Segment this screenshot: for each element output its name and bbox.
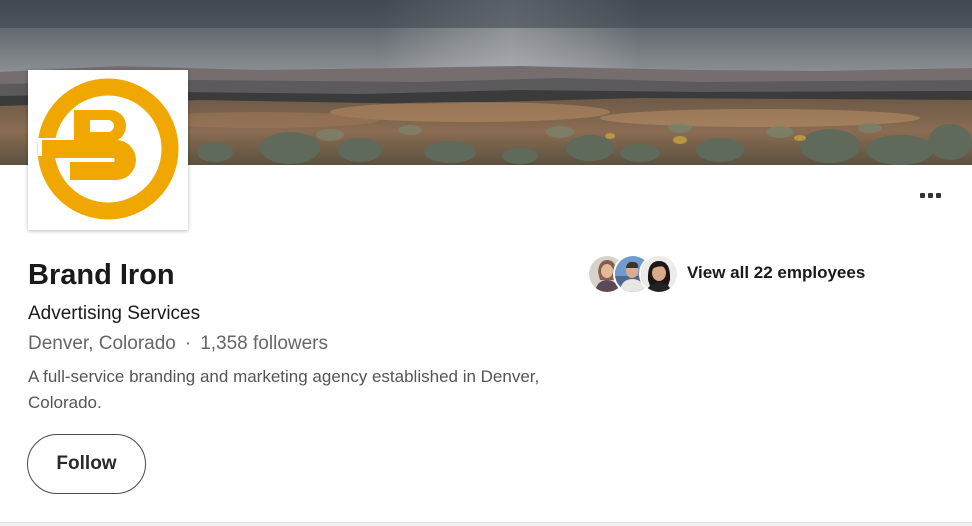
ellipsis-icon [919,192,925,198]
company-followers: 1,358 followers [200,333,328,354]
company-logo[interactable] [28,70,188,230]
ellipsis-icon [927,192,933,198]
more-options-button[interactable] [908,180,952,210]
company-location: Denver, Colorado [28,333,176,354]
company-name: Brand Iron [28,259,175,291]
company-tagline: A full-service branding and marketing ag… [28,367,540,412]
ellipsis-icon [935,192,941,198]
company-industry: Advertising Services [28,303,201,324]
company-meta: Denver, Colorado · 1,358 followers [28,332,328,356]
follow-button[interactable]: Follow [27,434,146,494]
avatar [639,254,679,294]
view-employees-label: View all 22 employees [687,263,866,282]
company-profile-card: Brand Iron Advertising Services Denver, … [0,0,972,523]
employee-avatars [587,253,679,294]
view-employees-link[interactable]: View all 22 employees [587,253,866,294]
meta-separator: · [184,333,192,354]
